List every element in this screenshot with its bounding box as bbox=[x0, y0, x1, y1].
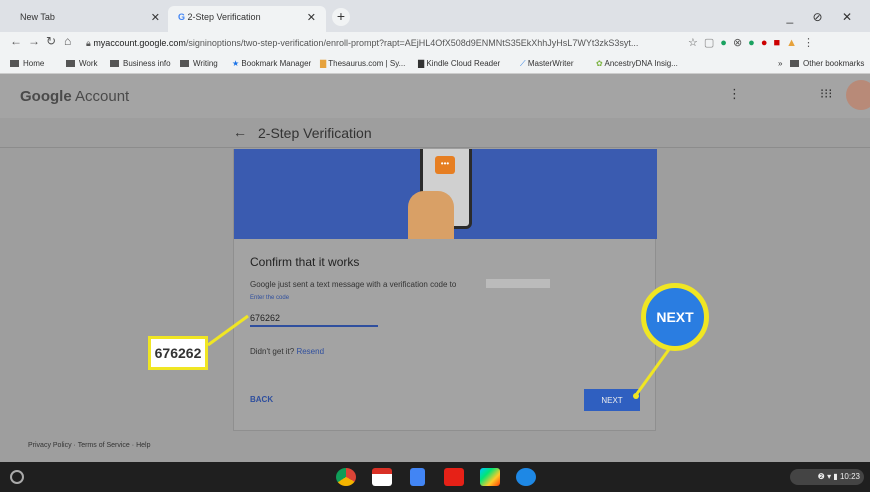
hand-illustration bbox=[408, 191, 454, 239]
extension-icon[interactable]: ● bbox=[761, 37, 774, 49]
verification-card: ••• Confirm that it works Google just se… bbox=[233, 149, 657, 431]
star-icon: ★ bbox=[232, 59, 240, 68]
didnt-get-it-text: Didn't get it? Resend bbox=[250, 347, 325, 356]
url-host: myaccount.google.com bbox=[93, 38, 186, 48]
message-bubble-icon: ••• bbox=[435, 156, 455, 174]
chrome-icon[interactable] bbox=[336, 468, 356, 486]
google-account-logo[interactable]: Google Account bbox=[20, 88, 129, 105]
tab-2-step-verification[interactable]: G 2-Step Verification ✕ bbox=[168, 6, 326, 32]
bookmark-kindle[interactable]: ▇ Kindle Cloud Reader bbox=[418, 59, 500, 68]
bookmark-home[interactable]: Home bbox=[10, 59, 44, 68]
lock-icon: 🔒︎ bbox=[86, 38, 91, 48]
new-tab-button[interactable]: + bbox=[332, 8, 350, 26]
tab-new-tab[interactable]: New Tab ✕ bbox=[10, 6, 170, 32]
avatar[interactable] bbox=[846, 80, 870, 110]
browser-toolbar: ← → ↻ ⌂ 🔒︎ myaccount.google.com/signinop… bbox=[0, 32, 870, 54]
page-subheader: ← 2-Step Verification bbox=[0, 118, 870, 148]
extension-icon[interactable]: ⊗ bbox=[733, 37, 748, 49]
folder-icon bbox=[790, 60, 799, 67]
play-store-icon[interactable] bbox=[480, 468, 500, 486]
tab-title: 2-Step Verification bbox=[187, 12, 261, 22]
back-icon[interactable]: ← bbox=[10, 34, 22, 48]
bookmark-business-info[interactable]: Business info bbox=[110, 59, 171, 68]
close-tab-icon[interactable]: ✕ bbox=[307, 11, 316, 24]
system-tray[interactable]: ❷ ▾ ▮ 10:23 bbox=[790, 469, 864, 485]
bookmark-masterwriter[interactable]: ⟋ MasterWriter bbox=[520, 59, 573, 69]
bookmark-writing[interactable]: Writing bbox=[180, 59, 218, 68]
bookmark-work[interactable]: Work bbox=[66, 59, 98, 68]
code-callout: 676262 bbox=[148, 336, 208, 370]
tab-strip: New Tab ✕ G 2-Step Verification ✕ + _ ⊘ … bbox=[0, 0, 870, 32]
site-icon: ✿ bbox=[596, 59, 603, 68]
back-arrow-icon[interactable]: ← bbox=[233, 124, 247, 140]
terms-link[interactable]: Terms of Service bbox=[78, 442, 130, 449]
window-controls[interactable]: _ ⊘ ✕ bbox=[787, 10, 860, 24]
account-header: Google Account ⋮ ⁝⁝⁝ bbox=[0, 74, 870, 118]
card-heading: Confirm that it works bbox=[250, 255, 360, 269]
bookmark-ancestry[interactable]: ✿ AncestryDNA Insig... bbox=[596, 59, 678, 68]
bookmark-thesaurus[interactable]: ▇ Thesaurus.com | Sy... bbox=[320, 59, 405, 68]
forward-icon[interactable]: → bbox=[28, 34, 40, 48]
menu-icon[interactable]: ⋮ bbox=[803, 37, 820, 49]
site-icon: ⟋ bbox=[520, 59, 526, 68]
privacy-policy-link[interactable]: Privacy Policy bbox=[28, 442, 72, 449]
bookmark-other[interactable]: Other bookmarks bbox=[790, 59, 864, 68]
next-callout: NEXT bbox=[641, 283, 709, 351]
code-field-label: Enter the code bbox=[250, 295, 290, 301]
gmail-icon[interactable] bbox=[372, 468, 392, 486]
folder-icon bbox=[66, 60, 75, 67]
sent-message-text: Google just sent a text message with a v… bbox=[250, 280, 457, 289]
site-icon: ▇ bbox=[320, 59, 327, 68]
folder-icon bbox=[180, 60, 189, 67]
apps-grid-icon[interactable]: ⁝⁝⁝ bbox=[820, 86, 832, 102]
tab-title: New Tab bbox=[20, 12, 55, 22]
folder-icon bbox=[110, 60, 119, 67]
close-tab-icon[interactable]: ✕ bbox=[151, 11, 160, 24]
page-content: Google Account ⋮ ⁝⁝⁝ ← 2-Step Verificati… bbox=[0, 74, 870, 462]
docs-icon[interactable] bbox=[410, 468, 425, 486]
url-path: /signinoptions/two-step-verification/enr… bbox=[185, 38, 639, 48]
extension-icon[interactable]: ▢ bbox=[704, 37, 720, 49]
next-button[interactable]: NEXT bbox=[584, 389, 640, 411]
launcher-icon[interactable] bbox=[10, 470, 24, 484]
help-link[interactable]: Help bbox=[136, 442, 150, 449]
youtube-icon[interactable] bbox=[444, 468, 464, 486]
star-icon[interactable]: ☆ bbox=[688, 37, 704, 49]
extension-icon[interactable]: ● bbox=[720, 37, 733, 49]
bookmark-manager[interactable]: ★ Bookmark Manager bbox=[232, 59, 311, 68]
chat-icon[interactable] bbox=[516, 468, 536, 486]
redacted-phone-number bbox=[486, 279, 550, 288]
notification-icon: ❷ bbox=[817, 472, 825, 481]
more-options-icon[interactable]: ⋮ bbox=[728, 86, 741, 102]
verification-code-input[interactable] bbox=[250, 310, 378, 327]
page-title: 2-Step Verification bbox=[258, 125, 372, 141]
clock: 10:23 bbox=[839, 472, 860, 481]
folder-icon bbox=[10, 60, 19, 67]
extension-icon[interactable]: ■ bbox=[773, 37, 786, 49]
back-button[interactable]: BACK bbox=[250, 395, 273, 404]
extension-icon[interactable]: ● bbox=[748, 37, 761, 49]
bookmarks-bar: Home Work Business info Writing ★ Bookma… bbox=[0, 54, 870, 74]
resend-link[interactable]: Resend bbox=[296, 347, 324, 356]
home-icon[interactable]: ⌂ bbox=[64, 34, 71, 48]
address-bar[interactable]: 🔒︎ myaccount.google.com/signinoptions/tw… bbox=[86, 34, 686, 52]
footer-links: Privacy Policy · Terms of Service · Help bbox=[28, 442, 151, 449]
reload-icon[interactable]: ↻ bbox=[46, 34, 56, 48]
bookmarks-overflow[interactable]: » bbox=[778, 59, 782, 68]
extension-icons[interactable]: ☆▢●⊗●●■▲⋮ bbox=[688, 36, 820, 49]
battery-icon: ▮ bbox=[833, 472, 838, 481]
extension-icon[interactable]: ▲ bbox=[786, 37, 803, 49]
google-g-icon: G bbox=[178, 12, 186, 22]
site-icon: ▇ bbox=[418, 59, 425, 68]
wifi-icon: ▾ bbox=[827, 472, 832, 481]
os-shelf: ❷ ▾ ▮ 10:23 bbox=[0, 462, 870, 492]
illustration-banner: ••• bbox=[234, 149, 657, 239]
